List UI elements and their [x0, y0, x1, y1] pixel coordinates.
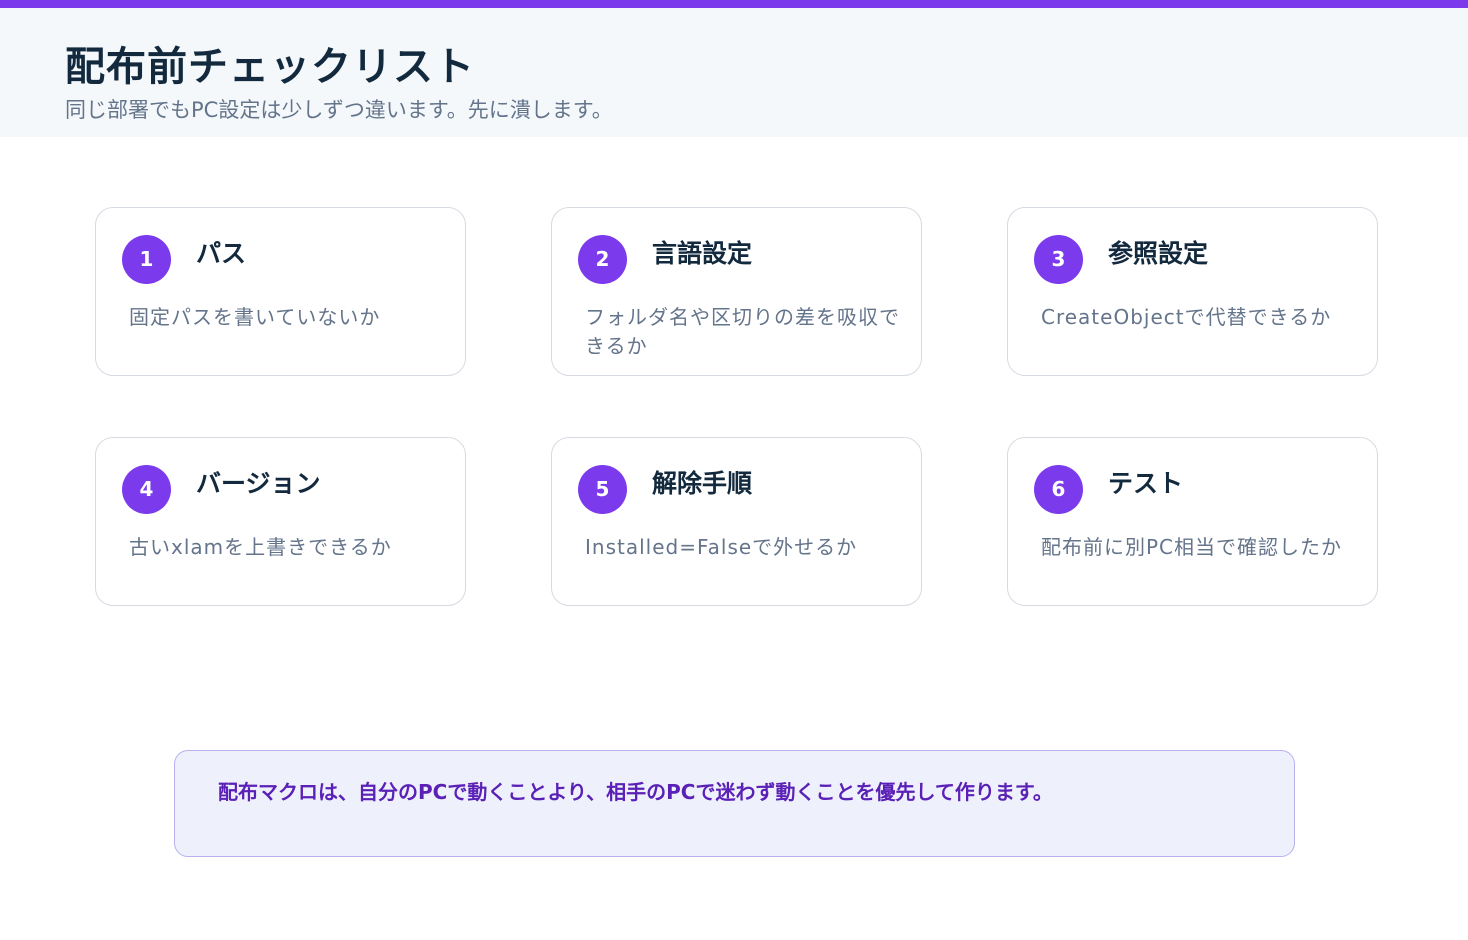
checklist-card-language: 2 言語設定 フォルダ名や区切りの差を吸収できるか [551, 207, 922, 376]
card-description: CreateObjectで代替できるか [1041, 305, 1332, 329]
page-subtitle: 同じ部署でもPC設定は少しずつ違います。先に潰します。 [65, 98, 613, 122]
checklist-card-references: 3 参照設定 CreateObjectで代替できるか [1007, 207, 1378, 376]
accent-bar [0, 0, 1468, 8]
page-header: 配布前チェックリスト 同じ部署でもPC設定は少しずつ違います。先に潰します。 [0, 8, 1468, 137]
step-number-badge: 1 [122, 235, 171, 284]
summary-note: 配布マクロは、自分のPCで動くことより、相手のPCで迷わず動くことを優先して作り… [174, 750, 1295, 857]
page-title: 配布前チェックリスト [65, 44, 475, 90]
checklist-card-version: 4 バージョン 古いxlamを上書きできるか [95, 437, 466, 606]
step-number-badge: 6 [1034, 465, 1083, 514]
card-description: 配布前に別PC相当で確認したか [1041, 535, 1343, 559]
card-description: 固定パスを書いていないか [129, 305, 381, 329]
summary-note-text: 配布マクロは、自分のPCで動くことより、相手のPCで迷わず動くことを優先して作り… [218, 780, 1053, 804]
step-number-badge: 5 [578, 465, 627, 514]
card-title: パス [196, 239, 247, 268]
card-title: 言語設定 [652, 239, 753, 268]
checklist-card-uninstall: 5 解除手順 Installed=Falseで外せるか [551, 437, 922, 606]
card-title: 参照設定 [1108, 239, 1209, 268]
step-number-badge: 4 [122, 465, 171, 514]
checklist-card-test: 6 テスト 配布前に別PC相当で確認したか [1007, 437, 1378, 606]
card-title: 解除手順 [652, 469, 753, 498]
step-number-badge: 3 [1034, 235, 1083, 284]
card-description: フォルダ名や区切りの差を吸収できるか [585, 305, 900, 358]
checklist-card-path: 1 パス 固定パスを書いていないか [95, 207, 466, 376]
card-title: バージョン [196, 469, 321, 498]
card-description: 古いxlamを上書きできるか [129, 535, 392, 559]
card-title: テスト [1108, 469, 1184, 498]
card-description: Installed=Falseで外せるか [585, 535, 858, 559]
step-number-badge: 2 [578, 235, 627, 284]
